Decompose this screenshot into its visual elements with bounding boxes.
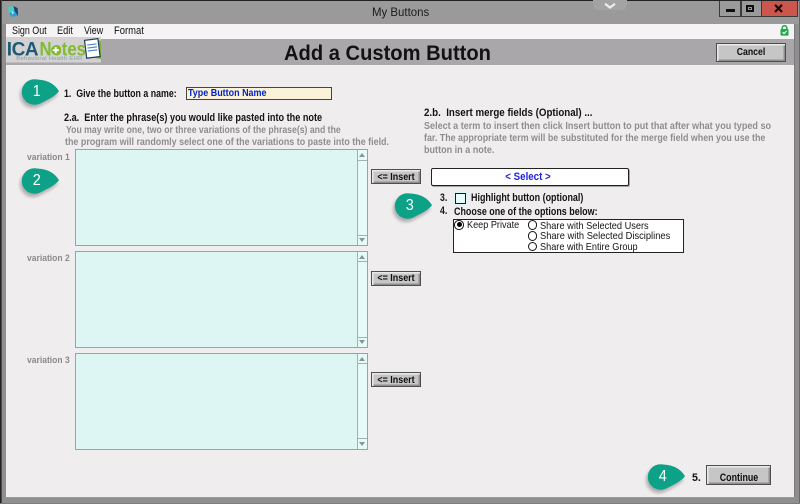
svg-text:Behavioral Health EHR: Behavioral Health EHR: [16, 56, 82, 62]
